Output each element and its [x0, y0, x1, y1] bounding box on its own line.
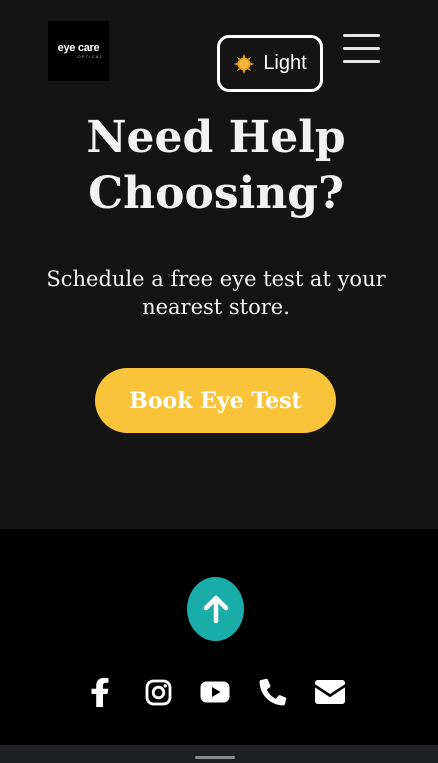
phone-icon[interactable] — [258, 677, 288, 707]
sun-icon — [234, 53, 255, 74]
subtitle-line-1: Schedule a free eye test at your — [46, 267, 386, 291]
theme-toggle-button[interactable]: Light — [217, 35, 323, 92]
title-line-2: Choosing? — [88, 168, 344, 219]
theme-toggle-label: Light — [263, 52, 307, 74]
arrow-up-icon — [203, 595, 228, 623]
footer — [0, 529, 438, 745]
scroll-to-top-button[interactable] — [187, 577, 244, 641]
book-eye-test-button[interactable]: Book Eye Test — [95, 368, 336, 433]
hero-subtitle: Schedule a free eye test at your nearest… — [0, 265, 432, 321]
drag-handle[interactable] — [195, 756, 235, 759]
subtitle-line-2: nearest store. — [142, 295, 290, 319]
hamburger-menu-icon[interactable] — [343, 34, 380, 64]
bottom-system-bar — [0, 745, 438, 763]
brand-logo[interactable]: eye care OPTICAL — [48, 21, 109, 81]
instagram-icon[interactable] — [143, 677, 173, 707]
youtube-icon[interactable] — [200, 677, 230, 707]
hero-section: eye care OPTICAL Light Need Help Choosin… — [0, 0, 438, 529]
logo-sub-text: OPTICAL — [77, 54, 103, 59]
email-icon[interactable] — [315, 677, 345, 707]
facebook-icon[interactable] — [85, 677, 115, 707]
title-line-1: Need Help — [86, 112, 346, 163]
page-title: Need Help Choosing? — [0, 110, 432, 222]
logo-brand-text: eye care — [57, 42, 100, 54]
